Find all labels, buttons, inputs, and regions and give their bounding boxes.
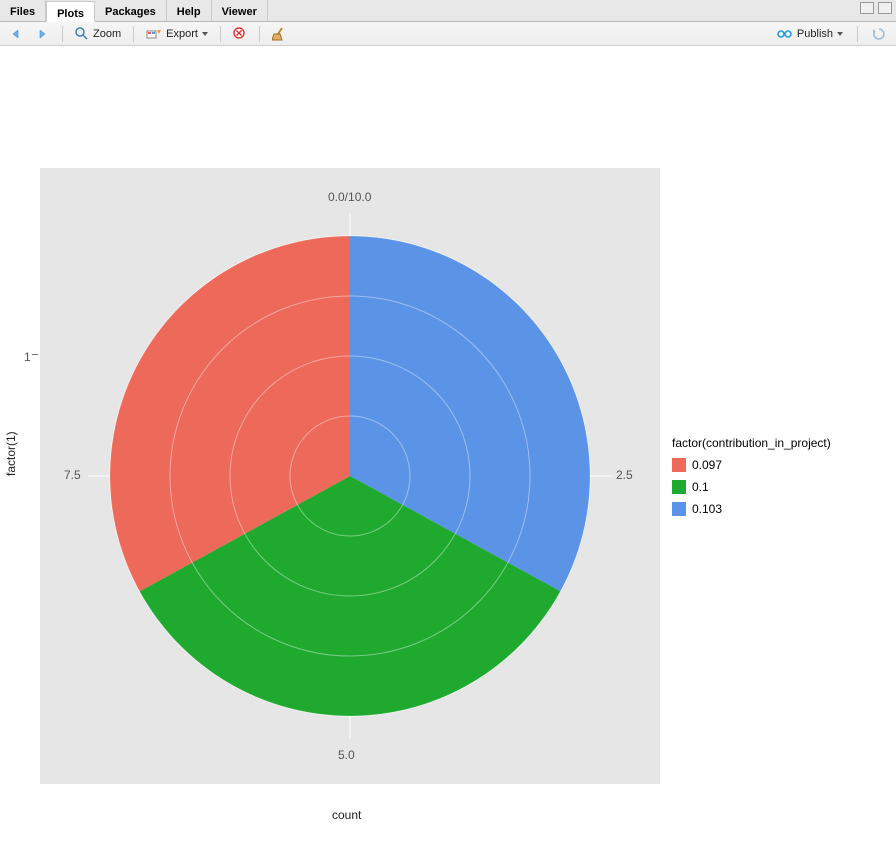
arrow-left-icon — [10, 28, 24, 40]
tick-left: 7.5 — [64, 468, 81, 482]
publish-label: Publish — [797, 28, 833, 40]
tab-plots[interactable]: Plots — [46, 1, 95, 22]
broom-icon — [272, 27, 288, 41]
legend-label: 0.1 — [692, 480, 709, 494]
tab-files[interactable]: Files — [0, 0, 46, 21]
remove-icon — [233, 27, 247, 41]
caret-down-icon — [837, 32, 843, 36]
y-tick-mark — [32, 354, 38, 355]
tab-label: Help — [177, 6, 201, 18]
refresh-icon — [872, 27, 886, 41]
toolbar-separator — [133, 26, 134, 42]
legend-item-0.1: 0.1 — [672, 476, 831, 498]
arrow-right-icon — [36, 28, 50, 40]
legend-label: 0.103 — [692, 502, 722, 516]
pane-tab-strip: Files Plots Packages Help Viewer — [0, 0, 896, 22]
legend-item-0.103: 0.103 — [672, 498, 831, 520]
x-axis-label: count — [332, 808, 361, 822]
tab-label: Viewer — [222, 6, 257, 18]
prev-plot-button[interactable] — [6, 27, 28, 41]
y-axis-label: factor(1) — [4, 431, 18, 476]
tick-right: 2.5 — [616, 468, 633, 482]
next-plot-button[interactable] — [32, 27, 54, 41]
refresh-plot-button[interactable] — [868, 26, 890, 42]
legend-title: factor(contribution_in_project) — [672, 436, 831, 450]
tab-label: Plots — [57, 8, 84, 20]
legend-swatch — [672, 502, 686, 516]
zoom-label: Zoom — [93, 28, 121, 40]
plots-toolbar: Zoom Export Publish — [0, 22, 896, 46]
tab-viewer[interactable]: Viewer — [212, 0, 268, 21]
toolbar-separator — [220, 26, 221, 42]
window-controls — [860, 2, 892, 14]
tick-bottom: 5.0 — [338, 748, 355, 762]
remove-plot-button[interactable] — [229, 26, 251, 42]
export-icon — [146, 27, 162, 41]
toolbar-separator — [857, 26, 858, 42]
zoom-button[interactable]: Zoom — [71, 26, 125, 42]
legend-item-0.097: 0.097 — [672, 454, 831, 476]
export-label: Export — [166, 28, 198, 40]
export-button[interactable]: Export — [142, 26, 212, 42]
maximize-pane-button[interactable] — [878, 2, 892, 14]
tab-packages[interactable]: Packages — [95, 0, 167, 21]
legend-label: 0.097 — [692, 458, 722, 472]
tick-top: 0.0/10.0 — [328, 190, 371, 204]
tab-label: Files — [10, 6, 35, 18]
tab-help[interactable]: Help — [167, 0, 212, 21]
pie-chart — [40, 168, 660, 784]
legend-swatch — [672, 458, 686, 472]
y-tick-1: 1 — [24, 350, 31, 364]
legend: factor(contribution_in_project) 0.097 0.… — [672, 436, 831, 520]
publish-area: Publish — [773, 22, 890, 45]
clear-plots-button[interactable] — [268, 26, 292, 42]
publish-button[interactable]: Publish — [773, 26, 847, 42]
tab-label: Packages — [105, 6, 156, 18]
caret-down-icon — [202, 32, 208, 36]
publish-icon — [777, 27, 793, 41]
zoom-icon — [75, 27, 89, 41]
plot-panel: 0.0/10.0 2.5 5.0 7.5 1 factor(1) count f… — [0, 46, 896, 856]
legend-swatch — [672, 480, 686, 494]
toolbar-separator — [259, 26, 260, 42]
minimize-pane-button[interactable] — [860, 2, 874, 14]
toolbar-separator — [62, 26, 63, 42]
